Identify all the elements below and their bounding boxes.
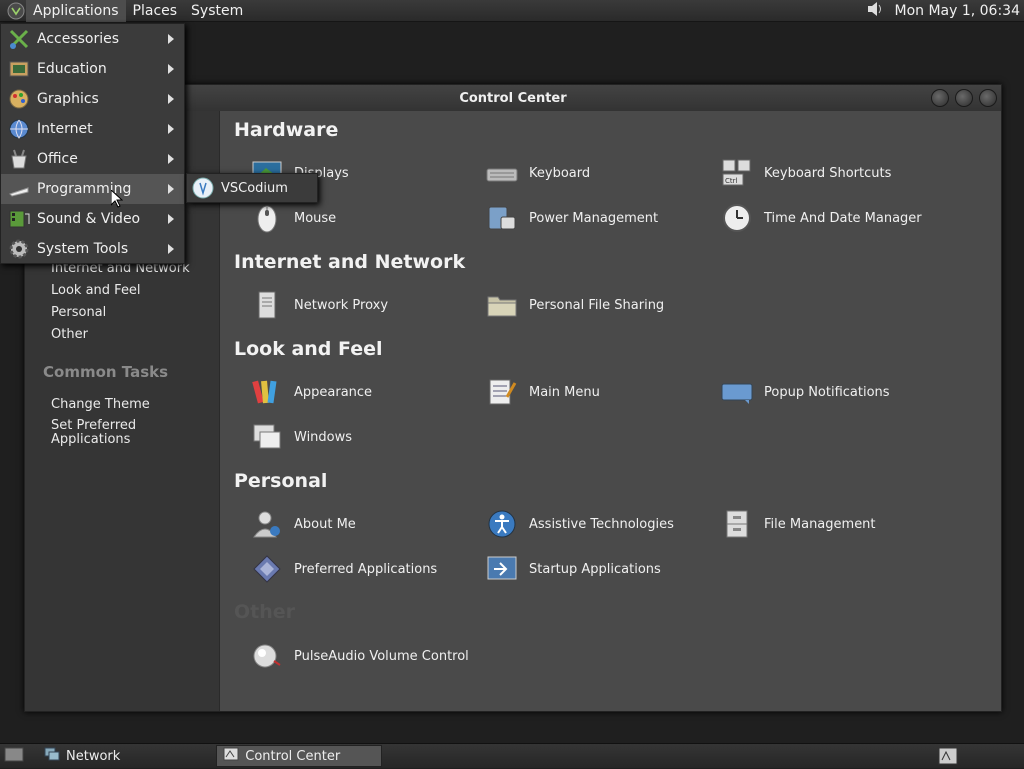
taskbar-control-center[interactable]: Control Center — [216, 745, 382, 767]
office-icon — [7, 147, 31, 171]
common-tasks-heading: Common Tasks — [43, 363, 168, 381]
minimize-button[interactable] — [931, 89, 949, 107]
item-pulseaudio-volume-control[interactable]: PulseAudio Volume Control — [250, 639, 469, 673]
pulseaudio-icon — [250, 639, 284, 673]
show-desktop-icon[interactable] — [4, 745, 24, 767]
item-file-management[interactable]: File Management — [720, 507, 876, 541]
keyboard-icon — [485, 156, 519, 190]
item-preferred-applications[interactable]: Preferred Applications — [250, 552, 437, 586]
keyboard-shortcuts-icon: Ctrl — [720, 156, 754, 190]
control-center-icon — [223, 747, 239, 765]
submenu-arrow-icon — [168, 214, 174, 224]
change-theme-link[interactable]: Change Theme — [51, 397, 150, 412]
menu-item-internet[interactable]: Internet — [1, 114, 184, 144]
item-network-proxy[interactable]: Network Proxy — [250, 288, 388, 322]
vscodium-icon — [191, 176, 215, 200]
item-appearance[interactable]: Appearance — [250, 375, 372, 409]
speaker-icon[interactable] — [866, 0, 886, 22]
submenu-arrow-icon — [168, 94, 174, 104]
applications-dropdown: Accessories Education Graphics Internet … — [0, 23, 185, 264]
file-cabinet-icon — [720, 507, 754, 541]
item-assistive-technologies[interactable]: Assistive Technologies — [485, 507, 674, 541]
workspace-switcher-icon[interactable] — [938, 747, 958, 769]
set-preferred-applications-link[interactable]: Set Preferred Applications — [51, 419, 171, 447]
graphics-icon — [7, 87, 31, 111]
globe-icon — [7, 117, 31, 141]
startup-applications-icon — [485, 552, 519, 586]
item-time-and-date-manager[interactable]: Time And Date Manager — [720, 201, 922, 235]
top-panel: Applications Places System Mon May 1, 06… — [0, 0, 1024, 22]
svg-text:Ctrl: Ctrl — [725, 177, 738, 185]
item-mouse[interactable]: Mouse — [250, 201, 336, 235]
window-title: Control Center — [459, 91, 566, 106]
clock[interactable]: Mon May 1, 06:34 — [894, 3, 1020, 19]
item-startup-applications[interactable]: Startup Applications — [485, 552, 661, 586]
menu-item-sound-video[interactable]: Sound & Video — [1, 204, 184, 234]
clock-icon — [720, 201, 754, 235]
menu-item-system-tools[interactable]: System Tools — [1, 234, 184, 264]
appearance-icon — [250, 375, 284, 409]
item-about-me[interactable]: About Me — [250, 507, 356, 541]
sidebar-link-other[interactable]: Other — [51, 327, 88, 342]
menu-item-office[interactable]: Office — [1, 144, 184, 174]
preferred-applications-icon — [250, 552, 284, 586]
item-main-menu[interactable]: Main Menu — [485, 375, 600, 409]
about-me-icon — [250, 507, 284, 541]
close-button[interactable] — [979, 89, 997, 107]
applications-menu[interactable]: Applications — [26, 0, 126, 22]
content-area: Hardware Displays Keyboard Ctrl Keyboard… — [219, 111, 1001, 711]
folder-share-icon — [485, 288, 519, 322]
submenu-arrow-icon — [168, 154, 174, 164]
windows-icon — [250, 420, 284, 454]
sound-video-icon — [7, 207, 31, 231]
submenu-arrow-icon — [168, 124, 174, 134]
programming-icon — [7, 177, 31, 201]
submenu-item-vscodium[interactable]: VSCodium — [221, 181, 288, 196]
bottom-panel: Network Control Center — [0, 743, 1024, 768]
section-title-internet-network: Internet and Network — [234, 251, 465, 273]
accessories-icon — [7, 27, 31, 51]
section-title-look-and-feel: Look and Feel — [234, 338, 383, 360]
network-icon — [44, 747, 60, 765]
section-title-hardware: Hardware — [234, 119, 338, 141]
popup-notifications-icon — [720, 375, 754, 409]
item-personal-file-sharing[interactable]: Personal File Sharing — [485, 288, 664, 322]
power-management-icon — [485, 201, 519, 235]
system-menu[interactable]: System — [184, 0, 250, 22]
taskbar-network[interactable]: Network — [38, 745, 126, 767]
main-menu-icon — [485, 375, 519, 409]
submenu-arrow-icon — [168, 184, 174, 194]
submenu-arrow-icon — [168, 64, 174, 74]
submenu-arrow-icon — [168, 244, 174, 254]
maximize-button[interactable] — [955, 89, 973, 107]
places-menu[interactable]: Places — [126, 0, 185, 22]
item-windows[interactable]: Windows — [250, 420, 352, 454]
sidebar-link-look-and-feel[interactable]: Look and Feel — [51, 283, 141, 298]
item-popup-notifications[interactable]: Popup Notifications — [720, 375, 890, 409]
submenu-arrow-icon — [168, 34, 174, 44]
education-icon — [7, 57, 31, 81]
section-title-personal: Personal — [234, 470, 327, 492]
section-title-other: Other — [234, 601, 295, 623]
item-keyboard[interactable]: Keyboard — [485, 156, 590, 190]
item-keyboard-shortcuts[interactable]: Ctrl Keyboard Shortcuts — [720, 156, 891, 190]
network-proxy-icon — [250, 288, 284, 322]
gear-icon — [7, 237, 31, 261]
accessibility-icon — [485, 507, 519, 541]
menu-item-accessories[interactable]: Accessories — [1, 24, 184, 54]
distro-logo-icon[interactable] — [6, 2, 26, 20]
menu-item-graphics[interactable]: Graphics — [1, 84, 184, 114]
menu-item-programming[interactable]: Programming — [1, 174, 184, 204]
programming-submenu: VSCodium — [186, 173, 318, 203]
menu-item-education[interactable]: Education — [1, 54, 184, 84]
item-power-management[interactable]: Power Management — [485, 201, 658, 235]
sidebar-link-personal[interactable]: Personal — [51, 305, 106, 320]
mouse-icon — [250, 201, 284, 235]
